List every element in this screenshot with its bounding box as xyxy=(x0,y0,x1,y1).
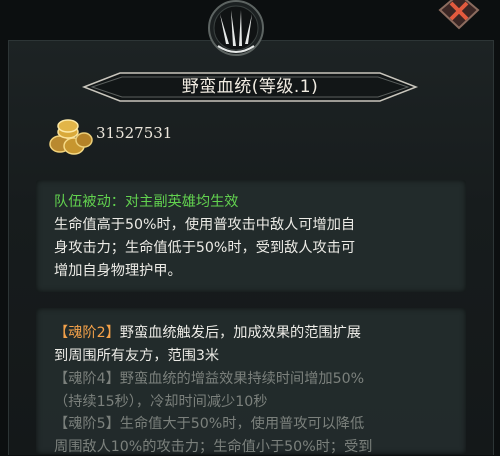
soul-tier-2-line1: 【魂阶2】野蛮血统触发后，加成效果的范围扩展 xyxy=(54,322,361,342)
claw-emblem-icon xyxy=(208,0,264,56)
currency-amount: 31527531 xyxy=(96,124,173,142)
page-title: 野蛮血统(等级.1) xyxy=(181,77,319,97)
team-passive-line: 生命值高于50%时，使用普攻击中敌人可增加自 xyxy=(54,217,356,233)
soul-tier-4-line2: （持续15秒），冷却时间减少10秒 xyxy=(54,394,268,410)
soul-tier-5-line2: 周围敌人10%的攻击力；生命值小于50%时；受到 xyxy=(54,439,373,455)
soul-tier-text: 野蛮血统的增益效果持续时间增加50% xyxy=(119,371,365,387)
soul-tier-text: 野蛮血统触发后，加成效果的范围扩展 xyxy=(119,325,361,341)
team-passive-line: 身攻击力；生命值低于50%时，受到敌人攻击可 xyxy=(54,240,356,256)
soul-tier-tag: 【魂阶4】 xyxy=(54,371,120,387)
soul-tier-2-line2: 到周围所有友方，范围3米 xyxy=(54,348,220,364)
soul-tier-5-line1: 【魂阶5】生命值大于50%时，使用普攻可以降低 xyxy=(54,413,364,433)
close-icon[interactable] xyxy=(436,0,482,30)
soul-tier-tag: 【魂阶2】 xyxy=(54,325,120,341)
soul-tier-tag: 【魂阶5】 xyxy=(54,416,120,432)
team-passive-line: 增加自身物理护甲。 xyxy=(54,263,182,279)
soul-tier-text: 生命值大于50%时，使用普攻可以降低 xyxy=(119,416,365,432)
gold-coins-icon xyxy=(49,119,93,155)
team-passive-heading: 队伍被动：对主副英雄均生效 xyxy=(54,194,239,210)
soul-tier-4-line1: 【魂阶4】野蛮血统的增益效果持续时间增加50% xyxy=(54,368,364,388)
